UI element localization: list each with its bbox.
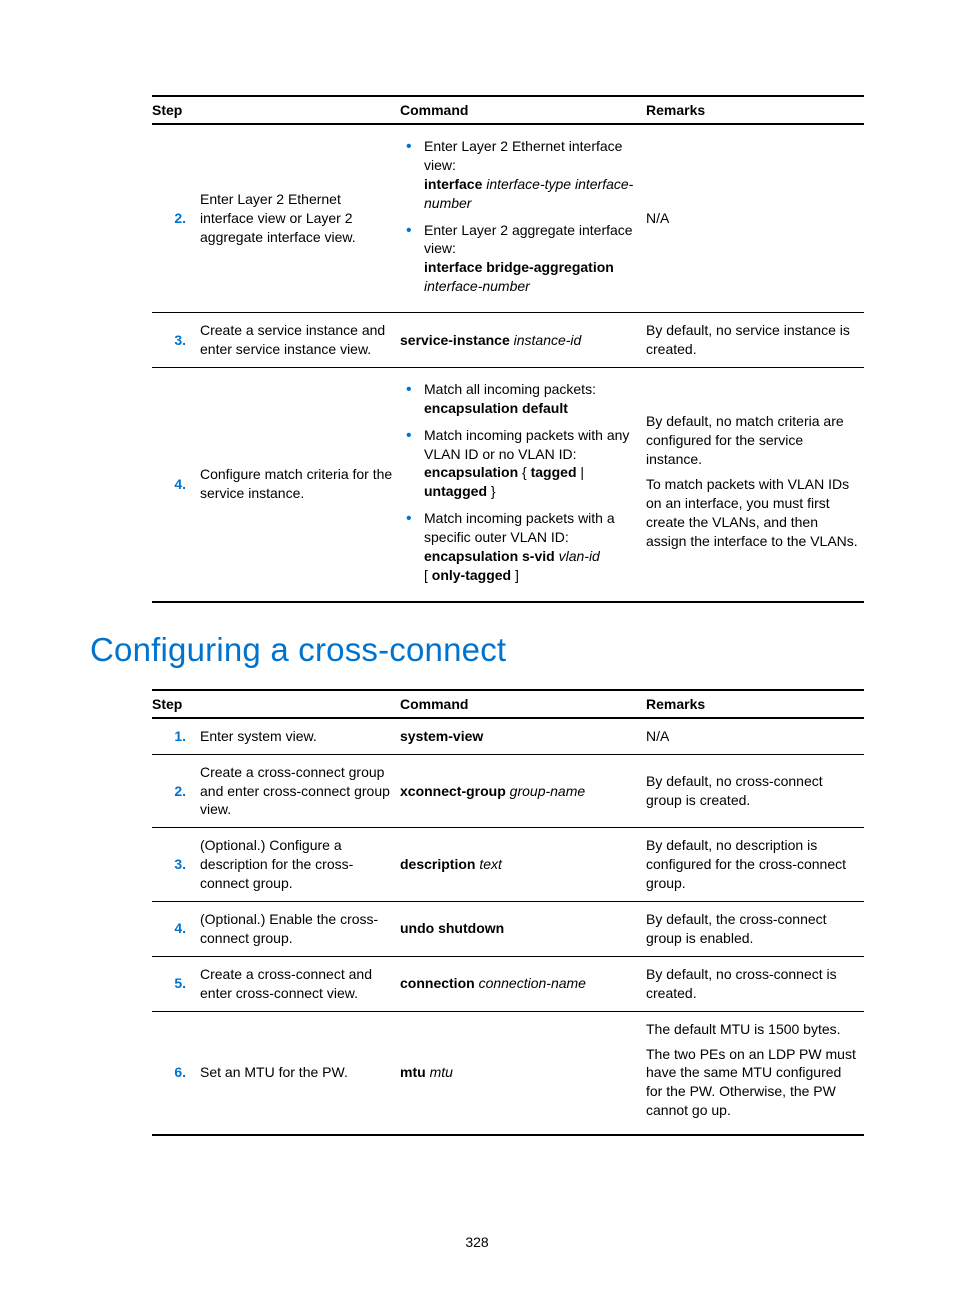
cmd-keyword: undo shutdown (400, 920, 504, 936)
step-command: system-view (400, 718, 646, 754)
step-remarks: By default, the cross-connect group is e… (646, 902, 864, 957)
step-command: undo shutdown (400, 902, 646, 957)
table-row: 1. Enter system view. system-view N/A (152, 718, 864, 754)
table-row: 4. Configure match criteria for the serv… (152, 367, 864, 601)
cmd-sep: | (577, 464, 585, 480)
cmd-keyword: interface bridge-aggregation (424, 259, 614, 275)
step-command: description text (400, 828, 646, 902)
cmd-arg: text (479, 856, 502, 872)
th-remarks: Remarks (646, 96, 864, 124)
step-remarks: By default, no description is configured… (646, 828, 864, 902)
step-number: 4. (152, 367, 200, 601)
cmd-keyword: mtu (400, 1064, 426, 1080)
cmd-arg: instance-id (514, 332, 582, 348)
step-command: Enter Layer 2 Ethernet interface view: i… (400, 124, 646, 313)
th-step: Step (152, 690, 400, 718)
cmd-keyword: description (400, 856, 475, 872)
step-desc: Set an MTU for the PW. (200, 1011, 400, 1135)
page-number: 328 (0, 1234, 954, 1250)
th-step: Step (152, 96, 400, 124)
step-desc: Create a service instance and enter serv… (200, 313, 400, 368)
step-number: 3. (152, 828, 200, 902)
remarks-p1: The default MTU is 1500 bytes. (646, 1020, 858, 1039)
step-command: mtu mtu (400, 1011, 646, 1135)
step-number: 1. (152, 718, 200, 754)
table-row: 6. Set an MTU for the PW. mtu mtu The de… (152, 1011, 864, 1135)
remarks-p1: By default, no match criteria are config… (646, 412, 858, 469)
cmd-keyword: connection (400, 975, 475, 991)
cmd-keyword: service-instance (400, 332, 510, 348)
cmd-text: Match all incoming packets: (424, 381, 596, 397)
step-desc: Create a cross-connect and enter cross-c… (200, 956, 400, 1011)
step-command: service-instance instance-id (400, 313, 646, 368)
step-command: connection connection-name (400, 956, 646, 1011)
remarks-p2: To match packets with VLAN IDs on an int… (646, 475, 858, 551)
step-number: 5. (152, 956, 200, 1011)
table-row: 2. Create a cross-connect group and ente… (152, 754, 864, 828)
cmd-arg: mtu (430, 1064, 453, 1080)
cmd-arg: vlan-id (559, 548, 600, 564)
step-desc: Enter system view. (200, 718, 400, 754)
cmd-keyword: encapsulation s-vid (424, 548, 555, 564)
step-desc: (Optional.) Configure a description for … (200, 828, 400, 902)
cmd-text: Match incoming packets with any VLAN ID … (424, 427, 629, 462)
step-remarks: N/A (646, 124, 864, 313)
step-remarks: By default, no service instance is creat… (646, 313, 864, 368)
cmd-arg: interface-number (424, 278, 530, 294)
step-remarks: The default MTU is 1500 bytes. The two P… (646, 1011, 864, 1135)
step-remarks: N/A (646, 718, 864, 754)
th-command: Command (400, 690, 646, 718)
cross-connect-table: Step Command Remarks 1. Enter system vie… (152, 689, 864, 1136)
section-heading: Configuring a cross-connect (90, 631, 864, 669)
cmd-keyword: encapsulation (424, 464, 518, 480)
step-number: 6. (152, 1011, 200, 1135)
step-number: 3. (152, 313, 200, 368)
table-row: 3. Create a service instance and enter s… (152, 313, 864, 368)
cmd-keyword: encapsulation default (424, 400, 568, 416)
step-command: Match all incoming packets: encapsulatio… (400, 367, 646, 601)
cmd-text: Enter Layer 2 aggregate interface view: (424, 222, 633, 257)
cmd-keyword: tagged (531, 464, 577, 480)
service-instance-table: Step Command Remarks 2. Enter Layer 2 Et… (152, 95, 864, 603)
table-row: 5. Create a cross-connect and enter cros… (152, 956, 864, 1011)
step-desc: Enter Layer 2 Ethernet interface view or… (200, 124, 400, 313)
step-desc: Configure match criteria for the service… (200, 367, 400, 601)
step-desc: Create a cross-connect group and enter c… (200, 754, 400, 828)
step-remarks: By default, no cross-connect group is cr… (646, 754, 864, 828)
table-row: 2. Enter Layer 2 Ethernet interface view… (152, 124, 864, 313)
step-remarks: By default, no match criteria are config… (646, 367, 864, 601)
cmd-text: Match incoming packets with a specific o… (424, 510, 615, 545)
step-number: 2. (152, 124, 200, 313)
table-row: 3. (Optional.) Configure a description f… (152, 828, 864, 902)
table-row: 4. (Optional.) Enable the cross-connect … (152, 902, 864, 957)
remarks-p2: The two PEs on an LDP PW must have the s… (646, 1045, 858, 1121)
cmd-sep: [ (424, 567, 432, 583)
cmd-arg: connection-name (479, 975, 586, 991)
step-command: xconnect-group group-name (400, 754, 646, 828)
step-desc: (Optional.) Enable the cross-connect gro… (200, 902, 400, 957)
cmd-keyword: untagged (424, 483, 487, 499)
step-number: 4. (152, 902, 200, 957)
cmd-sep: ] (511, 567, 519, 583)
cmd-keyword: system-view (400, 728, 483, 744)
th-remarks: Remarks (646, 690, 864, 718)
cmd-keyword: only-tagged (432, 567, 511, 583)
cmd-arg: group-name (510, 783, 586, 799)
th-command: Command (400, 96, 646, 124)
cmd-text: Enter Layer 2 Ethernet interface view: (424, 138, 622, 173)
cmd-keyword: interface (424, 176, 482, 192)
cmd-sep: } (487, 483, 496, 499)
cmd-keyword: xconnect-group (400, 783, 506, 799)
cmd-sep: { (518, 464, 530, 480)
step-remarks: By default, no cross-connect is created. (646, 956, 864, 1011)
step-number: 2. (152, 754, 200, 828)
